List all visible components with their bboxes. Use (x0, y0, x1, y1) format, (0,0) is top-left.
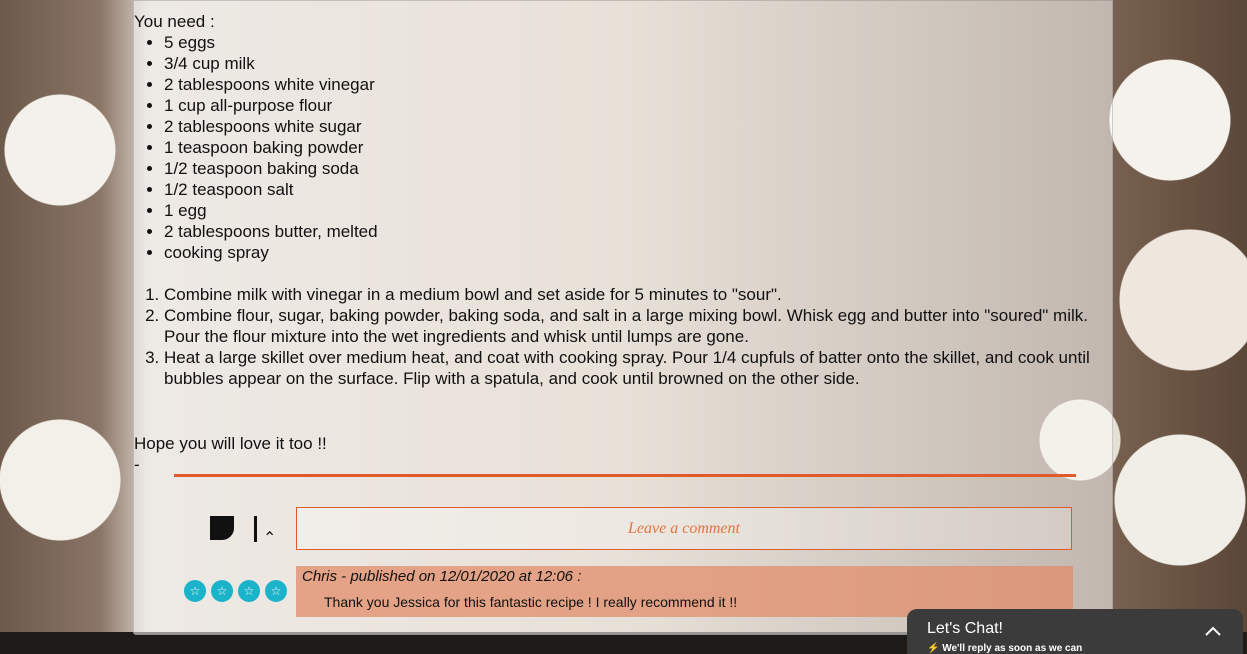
ingredient-item: 5 eggs (164, 32, 1114, 53)
ingredients-intro: You need : (134, 12, 215, 31)
chat-widget[interactable]: Let's Chat! ⚡ We'll reply as soon as we … (907, 609, 1243, 654)
ingredient-item: 1 cup all-purpose flour (164, 95, 1114, 116)
logo-bar (254, 516, 257, 542)
ingredient-item: 1/2 teaspoon salt (164, 179, 1114, 200)
ingredient-item: cooking spray (164, 242, 1114, 263)
ingredient-item: 3/4 cup milk (164, 53, 1114, 74)
recipe-panel: You need : 5 eggs 3/4 cup milk 2 tablesp… (133, 0, 1113, 635)
step-item: Heat a large skillet over medium heat, a… (164, 347, 1114, 389)
ingredient-item: 2 tablespoons white vinegar (164, 74, 1114, 95)
comment-text: Thank you Jessica for this fantastic rec… (324, 594, 738, 610)
step-item: Combine milk with vinegar in a medium bo… (164, 284, 1114, 305)
ingredient-item: 1 teaspoon baking powder (164, 137, 1114, 158)
step-item: Combine flour, sugar, baking powder, bak… (164, 305, 1114, 347)
ingredients-list: 5 eggs 3/4 cup milk 2 tablespoons white … (134, 32, 1114, 263)
comment-widget-logo: ⌃ (210, 516, 280, 547)
closing-line: Hope you will love it too !! (134, 434, 327, 453)
chat-subtitle: ⚡ We'll reply as soon as we can (927, 643, 1082, 654)
recipe-content: You need : 5 eggs 3/4 cup milk 2 tablesp… (134, 11, 1114, 389)
ingredient-item: 1 egg (164, 200, 1114, 221)
rating-stars[interactable]: ☆ ☆ ☆ ☆ (184, 580, 287, 602)
ingredient-item: 2 tablespoons butter, melted (164, 221, 1114, 242)
divider-line (174, 474, 1076, 477)
lightning-icon: ⚡ (927, 643, 940, 654)
steps-list: Combine milk with vinegar in a medium bo… (134, 284, 1114, 389)
ingredient-item: 1/2 teaspoon baking soda (164, 158, 1114, 179)
dash-text: - (134, 455, 140, 474)
leave-comment-input[interactable]: Leave a comment (296, 507, 1072, 550)
chat-title: Let's Chat! (927, 620, 1003, 637)
ingredient-item: 2 tablespoons white sugar (164, 116, 1114, 137)
star-icon[interactable]: ☆ (184, 580, 206, 602)
comment-meta: Chris - published on 12/01/2020 at 12:06… (302, 568, 582, 585)
star-icon[interactable]: ☆ (211, 580, 233, 602)
caret-icon: ⌃ (263, 530, 277, 547)
star-icon[interactable]: ☆ (238, 580, 260, 602)
logo-shape (210, 516, 234, 540)
chevron-up-icon[interactable] (1203, 621, 1223, 641)
chat-subtitle-text: We'll reply as soon as we can (942, 643, 1083, 654)
star-icon[interactable]: ☆ (265, 580, 287, 602)
